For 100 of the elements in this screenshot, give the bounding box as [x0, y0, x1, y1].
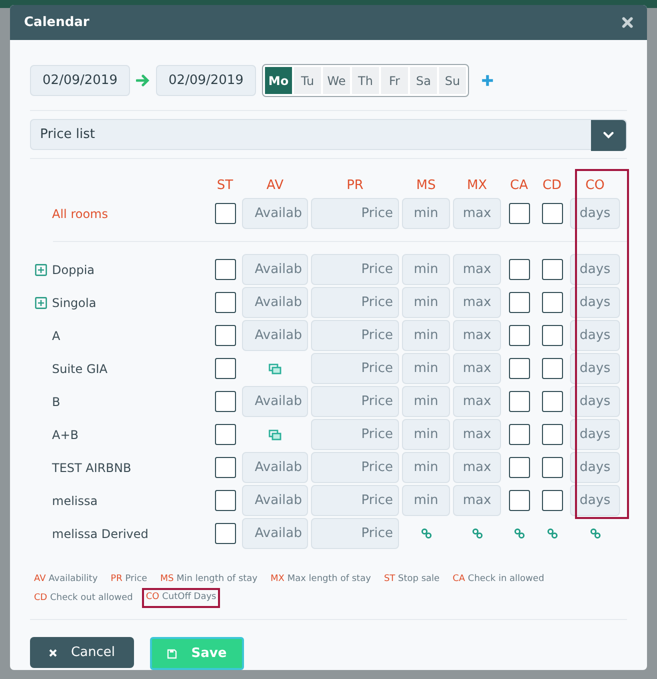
input-field[interactable]: Price — [311, 485, 399, 516]
checkbox[interactable] — [542, 391, 562, 412]
checkbox[interactable] — [542, 325, 562, 346]
input-field[interactable]: min — [402, 485, 450, 516]
input-field[interactable]: min — [402, 452, 450, 483]
legend-item: CO CutOff Days — [142, 588, 220, 608]
input-field[interactable]: Availab — [242, 452, 308, 483]
input-field[interactable]: Price — [311, 419, 399, 450]
checkbox[interactable] — [214, 424, 236, 445]
input-field[interactable]: days — [570, 386, 620, 417]
input-field[interactable]: Price — [311, 386, 399, 417]
checkbox[interactable] — [542, 424, 562, 445]
checkbox[interactable] — [214, 391, 236, 412]
input-field[interactable]: max — [453, 452, 501, 483]
chevron-down-icon[interactable] — [591, 120, 626, 151]
input-field[interactable]: max — [453, 419, 501, 450]
input-field[interactable]: Price — [311, 254, 399, 285]
checkbox[interactable] — [542, 292, 562, 313]
checkbox[interactable] — [214, 490, 236, 511]
room-name: TEST AIRBNB — [52, 460, 132, 476]
input-field[interactable]: Availab — [242, 198, 308, 229]
checkbox[interactable] — [542, 358, 562, 379]
checkbox[interactable] — [508, 292, 530, 313]
checkbox[interactable] — [542, 457, 562, 478]
column-header: MX — [466, 177, 488, 196]
checkbox[interactable] — [508, 358, 530, 379]
input-field[interactable]: max — [453, 353, 501, 384]
date-field[interactable]: 02/09/2019 — [30, 65, 130, 96]
room-name: melissa Derived — [52, 526, 148, 542]
weekday-toggle[interactable]: We — [323, 67, 350, 94]
checkbox[interactable] — [508, 203, 530, 224]
date-field[interactable]: 02/09/2019 — [156, 65, 256, 96]
weekday-toggle[interactable]: Tu — [294, 67, 321, 94]
input-field[interactable]: Availab — [242, 485, 308, 516]
input-field[interactable]: Availab — [242, 254, 308, 285]
input-field[interactable]: Price — [311, 452, 399, 483]
input-field[interactable]: days — [570, 485, 620, 516]
layers-icon[interactable] — [268, 362, 282, 374]
input-field[interactable]: min — [402, 254, 450, 285]
plus-icon[interactable] — [481, 74, 494, 87]
checkbox[interactable] — [214, 203, 236, 224]
input-field[interactable]: min — [402, 353, 450, 384]
checkbox[interactable] — [214, 325, 236, 346]
input-field[interactable]: min — [402, 198, 450, 229]
input-field[interactable]: max — [453, 287, 501, 318]
room-name: melissa — [52, 492, 98, 510]
expand-icon[interactable] — [35, 296, 47, 308]
checkbox[interactable] — [214, 457, 236, 478]
link-icon — [472, 528, 482, 539]
input-field[interactable]: days — [570, 452, 620, 483]
input-field[interactable]: Price — [311, 353, 399, 384]
input-field[interactable]: max — [453, 254, 501, 285]
weekday-toggle[interactable]: Mo — [265, 67, 292, 94]
input-field[interactable]: Availab — [242, 287, 308, 318]
checkbox[interactable] — [214, 523, 236, 544]
input-field[interactable]: Availab — [242, 518, 308, 549]
checkbox[interactable] — [214, 259, 236, 280]
checkbox[interactable] — [214, 358, 236, 379]
weekday-toggle[interactable]: Fr — [381, 67, 408, 94]
input-field[interactable]: days — [570, 419, 620, 450]
checkbox[interactable] — [508, 391, 530, 412]
input-field[interactable]: days — [570, 353, 620, 384]
weekday-toggle[interactable]: Su — [439, 67, 466, 94]
input-field[interactable]: min — [402, 320, 450, 351]
input-field[interactable]: max — [453, 320, 501, 351]
input-field[interactable]: min — [402, 419, 450, 450]
input-field[interactable]: max — [453, 198, 501, 229]
checkbox[interactable] — [508, 325, 530, 346]
close-icon[interactable] — [622, 17, 633, 28]
column-header: PR — [346, 177, 364, 196]
weekday-toggle[interactable]: Th — [352, 67, 379, 94]
input-field[interactable]: Price — [311, 198, 399, 229]
input-field[interactable]: max — [453, 386, 501, 417]
input-field[interactable]: days — [570, 320, 620, 351]
checkbox[interactable] — [214, 292, 236, 313]
layers-icon[interactable] — [268, 428, 282, 440]
input-field[interactable]: days — [570, 287, 620, 318]
expand-icon[interactable] — [35, 264, 47, 276]
checkbox[interactable] — [542, 490, 562, 511]
checkbox[interactable] — [508, 259, 530, 280]
checkbox[interactable] — [508, 490, 530, 511]
input-field[interactable]: max — [453, 485, 501, 516]
input-field[interactable]: min — [402, 386, 450, 417]
input-field[interactable]: Price — [311, 287, 399, 318]
input-field[interactable]: Price — [311, 320, 399, 351]
weekday-toggle[interactable]: Sa — [410, 67, 437, 94]
input-field[interactable]: Availab — [242, 320, 308, 351]
cancel-button[interactable]: Cancel — [30, 637, 134, 668]
legend-item: ST Stop sale — [382, 573, 441, 586]
checkbox[interactable] — [508, 457, 530, 478]
price-list-select[interactable]: Price list — [30, 119, 627, 150]
checkbox[interactable] — [542, 203, 562, 224]
input-field[interactable]: days — [570, 254, 620, 285]
checkbox[interactable] — [508, 424, 530, 445]
input-field[interactable]: Price — [311, 518, 399, 549]
input-field[interactable]: Availab — [242, 386, 308, 417]
checkbox[interactable] — [542, 259, 562, 280]
input-field[interactable]: days — [570, 198, 620, 229]
column-header: MS — [415, 177, 437, 196]
input-field[interactable]: min — [402, 287, 450, 318]
